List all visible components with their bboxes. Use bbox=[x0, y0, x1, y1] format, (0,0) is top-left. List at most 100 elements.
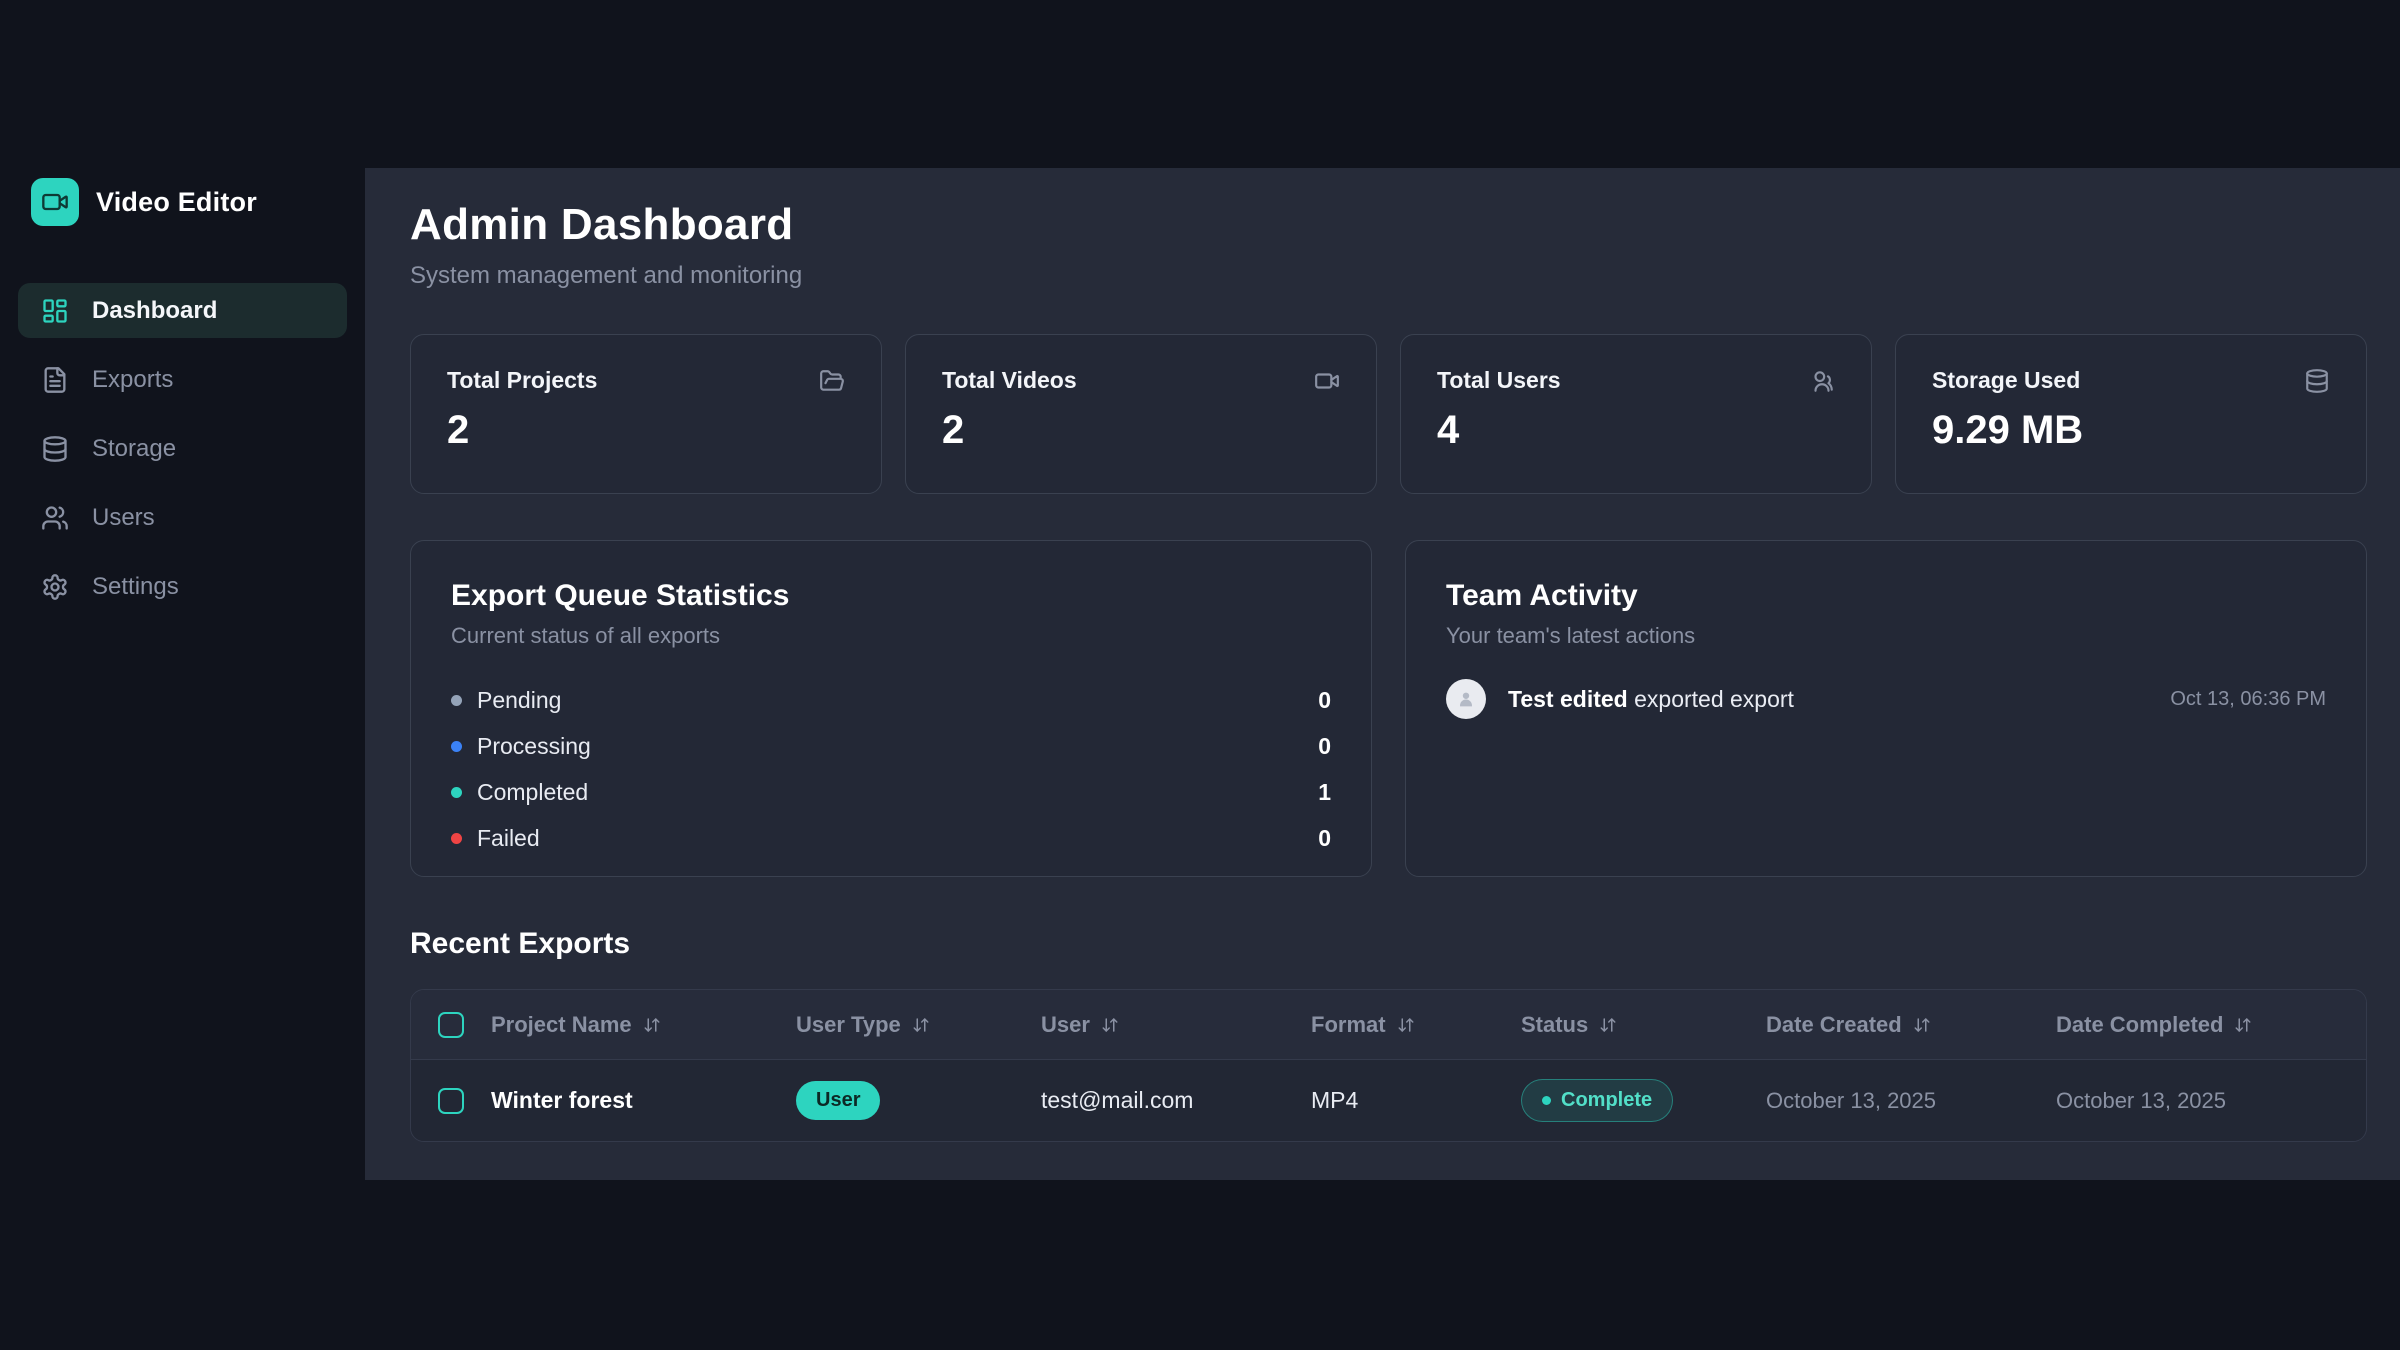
app-title: Video Editor bbox=[96, 187, 257, 218]
sidebar-item-label: Dashboard bbox=[92, 297, 217, 325]
export-queue-panel: Export Queue Statistics Current status o… bbox=[410, 540, 1372, 877]
sidebar-item-settings[interactable]: Settings bbox=[18, 559, 347, 614]
activity-actor: Test edited bbox=[1508, 686, 1628, 712]
video-icon bbox=[1314, 368, 1340, 394]
sort-arrows-icon bbox=[643, 1016, 661, 1034]
column-header-status[interactable]: Status bbox=[1521, 1012, 1766, 1038]
database-icon bbox=[2304, 368, 2330, 394]
stat-label: Storage Used bbox=[1932, 367, 2080, 394]
users-icon bbox=[1809, 368, 1835, 394]
page-title: Admin Dashboard bbox=[410, 200, 2367, 250]
cell-format: MP4 bbox=[1311, 1087, 1521, 1114]
sort-arrows-icon bbox=[1599, 1016, 1617, 1034]
stat-value: 9.29 MB bbox=[1932, 408, 2330, 453]
sidebar: Video Editor Dashboard Exports bbox=[0, 0, 365, 1350]
activity-item: Test edited exported export Oct 13, 06:3… bbox=[1446, 679, 2326, 719]
column-header-format[interactable]: Format bbox=[1311, 1012, 1521, 1038]
status-badge: Complete bbox=[1521, 1079, 1673, 1122]
column-header-date-completed[interactable]: Date Completed bbox=[2056, 1012, 2366, 1038]
stat-card-storage-used: Storage Used 9.29 MB bbox=[1895, 334, 2367, 494]
queue-value: 0 bbox=[1318, 733, 1331, 760]
queue-label: Completed bbox=[477, 779, 588, 806]
stat-card-total-videos: Total Videos 2 bbox=[905, 334, 1377, 494]
sort-arrows-icon bbox=[1101, 1016, 1119, 1034]
dashboard-icon bbox=[41, 297, 69, 325]
activity-text: Test edited exported export bbox=[1508, 686, 1794, 713]
sidebar-item-storage[interactable]: Storage bbox=[18, 421, 347, 476]
sidebar-item-users[interactable]: Users bbox=[18, 490, 347, 545]
sidebar-item-label: Exports bbox=[92, 366, 173, 394]
page-subtitle: System management and monitoring bbox=[410, 262, 2367, 290]
team-activity-panel: Team Activity Your team's latest actions… bbox=[1405, 540, 2367, 877]
sort-arrows-icon bbox=[1397, 1016, 1415, 1034]
column-header-date-created[interactable]: Date Created bbox=[1766, 1012, 2056, 1038]
stat-value: 4 bbox=[1437, 408, 1835, 453]
queue-row-failed: Failed 0 bbox=[451, 815, 1331, 861]
sidebar-item-label: Settings bbox=[92, 573, 179, 601]
sidebar-item-label: Users bbox=[92, 504, 155, 532]
cell-date-completed: October 13, 2025 bbox=[2056, 1088, 2366, 1114]
select-all-checkbox[interactable] bbox=[438, 1012, 464, 1038]
column-label: Date Completed bbox=[2056, 1012, 2223, 1038]
app-logo bbox=[31, 178, 79, 226]
stat-value: 2 bbox=[447, 408, 845, 453]
cell-user-email: test@mail.com bbox=[1041, 1087, 1311, 1114]
recent-exports-title: Recent Exports bbox=[410, 927, 2367, 961]
status-label: Complete bbox=[1561, 1089, 1652, 1112]
queue-value: 0 bbox=[1318, 825, 1331, 852]
main-content: Admin Dashboard System management and mo… bbox=[365, 168, 2400, 1180]
table-row[interactable]: Winter forest User test@mail.com MP4 Com… bbox=[411, 1059, 2366, 1141]
queue-label: Failed bbox=[477, 825, 540, 852]
sort-arrows-icon bbox=[912, 1016, 930, 1034]
middle-row: Export Queue Statistics Current status o… bbox=[410, 540, 2367, 877]
sidebar-item-dashboard[interactable]: Dashboard bbox=[18, 283, 347, 338]
panel-title: Team Activity bbox=[1446, 579, 2326, 613]
activity-action: exported export bbox=[1634, 686, 1794, 712]
column-label: User bbox=[1041, 1012, 1090, 1038]
cell-project-name: Winter forest bbox=[491, 1087, 796, 1114]
stat-label: Total Users bbox=[1437, 367, 1561, 394]
recent-exports-table: Project Name User Type User Format bbox=[410, 989, 2367, 1142]
column-label: Project Name bbox=[491, 1012, 632, 1038]
row-checkbox[interactable] bbox=[438, 1088, 464, 1114]
queue-row-processing: Processing 0 bbox=[451, 723, 1331, 769]
panel-title: Export Queue Statistics bbox=[451, 579, 1331, 613]
column-label: Format bbox=[1311, 1012, 1386, 1038]
queue-label: Processing bbox=[477, 733, 591, 760]
user-type-badge: User bbox=[796, 1081, 880, 1120]
queue-value: 0 bbox=[1318, 687, 1331, 714]
completed-status-dot bbox=[451, 787, 462, 798]
panel-subtitle: Your team's latest actions bbox=[1446, 623, 2326, 649]
database-icon bbox=[41, 435, 69, 463]
stat-card-total-users: Total Users 4 bbox=[1400, 334, 1872, 494]
queue-value: 1 bbox=[1318, 779, 1331, 806]
panel-subtitle: Current status of all exports bbox=[451, 623, 1331, 649]
sort-arrows-icon bbox=[1913, 1016, 1931, 1034]
stat-card-total-projects: Total Projects 2 bbox=[410, 334, 882, 494]
sidebar-item-exports[interactable]: Exports bbox=[18, 352, 347, 407]
processing-status-dot bbox=[451, 741, 462, 752]
queue-row-completed: Completed 1 bbox=[451, 769, 1331, 815]
activity-timestamp: Oct 13, 06:36 PM bbox=[2170, 688, 2326, 711]
person-icon bbox=[1455, 688, 1477, 710]
queue-row-pending: Pending 0 bbox=[451, 677, 1331, 723]
stats-row: Total Projects 2 Total Videos bbox=[410, 334, 2367, 494]
failed-status-dot bbox=[451, 833, 462, 844]
column-header-project-name[interactable]: Project Name bbox=[491, 1012, 796, 1038]
file-text-icon bbox=[41, 366, 69, 394]
cell-date-created: October 13, 2025 bbox=[1766, 1088, 2056, 1114]
cell-status: Complete bbox=[1521, 1079, 1766, 1122]
avatar bbox=[1446, 679, 1486, 719]
sort-arrows-icon bbox=[2234, 1016, 2252, 1034]
sidebar-nav: Dashboard Exports Storage bbox=[18, 283, 347, 614]
cell-user-type: User bbox=[796, 1081, 1041, 1120]
queue-label: Pending bbox=[477, 687, 561, 714]
pending-status-dot bbox=[451, 695, 462, 706]
video-camera-icon bbox=[41, 188, 69, 216]
column-label: Status bbox=[1521, 1012, 1588, 1038]
column-header-user-type[interactable]: User Type bbox=[796, 1012, 1041, 1038]
column-header-user[interactable]: User bbox=[1041, 1012, 1311, 1038]
table-header-row: Project Name User Type User Format bbox=[411, 990, 2366, 1059]
stat-label: Total Projects bbox=[447, 367, 597, 394]
queue-rows: Pending 0 Processing 0 Completed bbox=[451, 677, 1331, 861]
